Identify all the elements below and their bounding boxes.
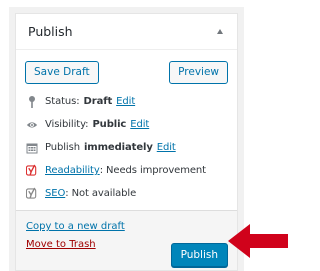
copy-to-draft-link[interactable]: Copy to a new draft: [26, 221, 125, 232]
visibility-row: Visibility: Public Edit: [26, 113, 227, 136]
readability-text: : Needs improvement: [99, 165, 206, 176]
eye-icon: [26, 118, 38, 132]
seo-row: SEO : Not available: [26, 182, 227, 205]
publish-button[interactable]: Publish: [170, 243, 228, 267]
visibility-label: Visibility:: [45, 119, 89, 130]
yoast-readability-icon: [26, 164, 38, 178]
schedule-row: Publish immediately Edit: [26, 136, 227, 159]
move-to-trash-link[interactable]: Move to Trash: [26, 239, 96, 250]
toggle-panel-icon[interactable]: [217, 29, 223, 34]
edit-status-link[interactable]: Edit: [116, 96, 135, 107]
schedule-value: immediately: [83, 142, 153, 153]
seo-text: : Not available: [65, 188, 137, 199]
status-label: Status:: [45, 96, 80, 107]
calendar-icon: [26, 141, 38, 155]
visibility-value: Public: [92, 119, 127, 130]
red-arrow-icon: [228, 224, 288, 258]
readability-link[interactable]: Readability: [45, 165, 100, 176]
major-publishing-actions: Copy to a new draft Move to Trash Publis…: [16, 210, 237, 270]
preview-button[interactable]: Preview: [169, 60, 228, 84]
publish-panel: Publish Save Draft Preview Status: Draft…: [9, 7, 244, 271]
schedule-label: Publish: [45, 142, 80, 153]
status-row: Status: Draft Edit: [26, 90, 227, 113]
pin-icon: [26, 95, 38, 109]
edit-schedule-link[interactable]: Edit: [157, 142, 176, 153]
seo-link[interactable]: SEO: [45, 188, 65, 199]
readability-row: Readability : Needs improvement: [26, 159, 227, 182]
misc-actions: Status: Draft Edit Visibility: Public Ed…: [16, 90, 237, 205]
minor-actions: Save Draft Preview: [16, 54, 237, 90]
status-value: Draft: [83, 96, 113, 107]
edit-visibility-link[interactable]: Edit: [130, 119, 149, 130]
yoast-seo-icon: [26, 187, 38, 201]
save-draft-button[interactable]: Save Draft: [25, 60, 99, 84]
panel-title: Publish: [28, 24, 73, 39]
panel-header[interactable]: Publish: [16, 14, 237, 50]
